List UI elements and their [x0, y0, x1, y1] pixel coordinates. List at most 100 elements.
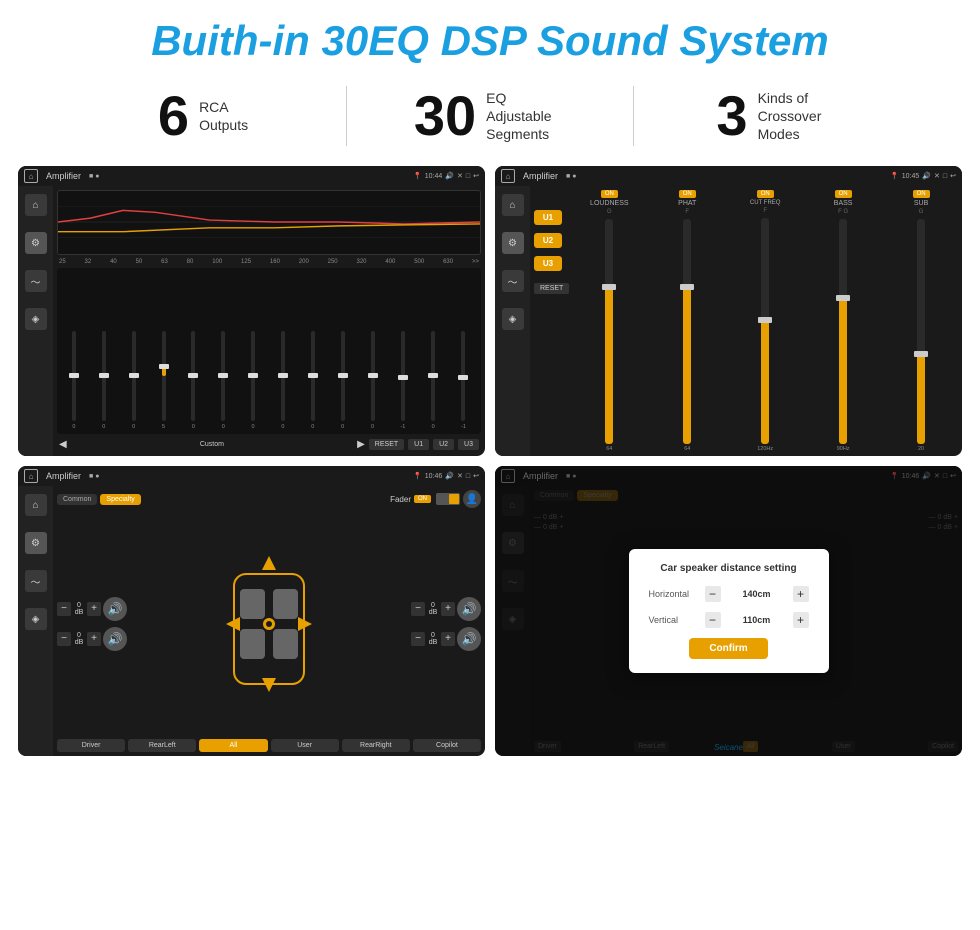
home-nav-icon-3[interactable]: ⌂ [25, 494, 47, 516]
speaker-icon-3[interactable]: ◈ [25, 608, 47, 630]
wave-icon-2[interactable]: 〜 [502, 270, 524, 292]
close-icon-3[interactable]: ✕ [457, 472, 463, 480]
horizontal-plus[interactable]: + [793, 586, 809, 602]
eq-freq-labels: 25 32 40 50 63 80 100 125 160 200 250 32… [57, 259, 481, 265]
pin-icon-3: 📍 [413, 472, 422, 480]
status-bar-3: ⌂ Amplifier ■ ● 📍 10:46 🔊 ✕ □ ↩ [18, 466, 485, 486]
back-icon[interactable]: ↩ [473, 172, 479, 180]
home-nav-icon-2[interactable]: ⌂ [502, 194, 524, 216]
eq-slider-col: 0 [431, 331, 435, 430]
page-title: Buith-in 30EQ DSP Sound System [20, 18, 960, 64]
user-btn[interactable]: User [271, 739, 339, 752]
eq-slider-col: 5 [162, 331, 166, 430]
reset-amp-btn[interactable]: RESET [534, 283, 569, 294]
vertical-plus[interactable]: + [793, 612, 809, 628]
db-minus-br[interactable]: − [411, 632, 425, 646]
confirm-button[interactable]: Confirm [689, 638, 767, 659]
status-bar-2: ⌂ Amplifier ■ ● 📍 10:45 🔊 ✕ □ ↩ [495, 166, 962, 186]
eq-icon-2[interactable]: ⚙ [502, 232, 524, 254]
eq-icon-3[interactable]: ⚙ [25, 532, 47, 554]
speaker-tl: 🔊 [103, 597, 127, 621]
back-icon-2[interactable]: ↩ [950, 172, 956, 180]
u2-amp-btn[interactable]: U2 [534, 233, 562, 248]
wave-icon[interactable]: 〜 [25, 270, 47, 292]
on-cutfreq[interactable]: ON [757, 190, 774, 198]
fader-body: − 0 dB + 🔊 − 0 dB + 🔊 [57, 511, 481, 736]
stat-eq: 30 EQ AdjustableSegments [347, 88, 633, 144]
db-minus-bl[interactable]: − [57, 632, 71, 646]
db-minus-tl[interactable]: − [57, 602, 71, 616]
screen2-title: Amplifier [523, 171, 558, 181]
fader-label: Fader [390, 495, 411, 504]
status-time-2: 10:45 [902, 173, 920, 180]
stats-row: 6 RCAOutputs 30 EQ AdjustableSegments 3 … [0, 74, 980, 158]
u1-amp-btn[interactable]: U1 [534, 210, 562, 225]
db-minus-tr[interactable]: − [411, 602, 425, 616]
speaker-br: 🔊 [457, 627, 481, 651]
eq-graph [57, 190, 481, 255]
eq-left-panel: ⌂ ⚙ 〜 ◈ [18, 186, 53, 456]
db-plus-tl[interactable]: + [87, 602, 101, 616]
eq-slider-col: 0 [251, 331, 255, 430]
speaker-icon-2[interactable]: ◈ [502, 308, 524, 330]
wave-icon-3[interactable]: 〜 [25, 570, 47, 592]
screen2-content: ⌂ ⚙ 〜 ◈ U1 U2 U3 RESET ON LOUDNESS G [495, 186, 962, 456]
on-phat[interactable]: ON [679, 190, 696, 198]
vertical-minus[interactable]: − [705, 612, 721, 628]
pin-icon: 📍 [413, 172, 422, 180]
on-sub[interactable]: ON [913, 190, 930, 198]
all-btn[interactable]: All [199, 739, 267, 752]
home-icon[interactable]: ⌂ [24, 169, 38, 183]
stat-label-eq: EQ AdjustableSegments [486, 89, 566, 144]
speaker-nav-icon[interactable]: ◈ [25, 308, 47, 330]
reset-btn[interactable]: RESET [369, 439, 404, 450]
eq-slider-col: 0 [371, 331, 375, 430]
close-icon-2[interactable]: ✕ [934, 172, 940, 180]
u2-btn[interactable]: U2 [433, 439, 454, 450]
screen-eq: ⌂ Amplifier ■ ● 📍 10:44 🔊 ✕ □ ↩ ⌂ ⚙ 〜 ◈ [18, 166, 485, 456]
eq-slider-col: -1 [400, 331, 405, 430]
db-control-tr: − 0 dB + 🔊 [411, 597, 481, 621]
db-plus-tr[interactable]: + [441, 602, 455, 616]
rearright-btn[interactable]: RearRight [342, 739, 410, 752]
prev-arrow[interactable]: ◀ [59, 439, 67, 450]
window-icon[interactable]: □ [466, 173, 470, 180]
close-icon[interactable]: ✕ [457, 172, 463, 180]
on-bass[interactable]: ON [835, 190, 852, 198]
rearleft-btn[interactable]: RearLeft [128, 739, 196, 752]
stat-label-rca: RCAOutputs [199, 98, 248, 134]
horizontal-minus[interactable]: − [705, 586, 721, 602]
screenshots-grid: ⌂ Amplifier ■ ● 📍 10:44 🔊 ✕ □ ↩ ⌂ ⚙ 〜 ◈ [0, 158, 980, 766]
status-icons-3: 📍 10:46 🔊 ✕ □ ↩ [413, 472, 479, 480]
next-arrow[interactable]: ▶ [357, 439, 365, 450]
copilot-btn[interactable]: Copilot [413, 739, 481, 752]
fader-top-buttons: Common Specialty Fader ON 👤 [57, 490, 481, 508]
window-icon-2[interactable]: □ [943, 173, 947, 180]
u1-btn[interactable]: U1 [408, 439, 429, 450]
window-icon-3[interactable]: □ [466, 473, 470, 480]
tab-specialty[interactable]: Specialty [100, 494, 140, 505]
screen1-title: Amplifier [46, 171, 81, 181]
channel-phat: ON PHAT F 64 [650, 190, 724, 452]
tab-common[interactable]: Common [57, 494, 97, 505]
fader-on-toggle[interactable]: ON [414, 495, 431, 503]
amp-channels: ON LOUDNESS G 64 ON PHAT F [572, 190, 958, 452]
screen1-content: ⌂ ⚙ 〜 ◈ [18, 186, 485, 456]
back-icon-3[interactable]: ↩ [473, 472, 479, 480]
home-nav-icon[interactable]: ⌂ [25, 194, 47, 216]
header: Buith-in 30EQ DSP Sound System [0, 0, 980, 74]
db-plus-br[interactable]: + [441, 632, 455, 646]
eq-settings-icon[interactable]: ⚙ [25, 232, 47, 254]
db-plus-bl[interactable]: + [87, 632, 101, 646]
on-loudness[interactable]: ON [601, 190, 618, 198]
home-icon-3[interactable]: ⌂ [24, 469, 38, 483]
u3-amp-btn[interactable]: U3 [534, 256, 562, 271]
fader-left-controls: − 0 dB + 🔊 − 0 dB + 🔊 [57, 511, 127, 736]
driver-btn[interactable]: Driver [57, 739, 125, 752]
person-icon[interactable]: 👤 [463, 490, 481, 508]
screen-fader: ⌂ Amplifier ■ ● 📍 10:46 🔊 ✕ □ ↩ ⌂ ⚙ 〜 ◈ [18, 466, 485, 756]
u3-btn[interactable]: U3 [458, 439, 479, 450]
stat-label-crossover: Kinds ofCrossover Modes [758, 89, 838, 144]
home-icon-2[interactable]: ⌂ [501, 169, 515, 183]
fader-main: Common Specialty Fader ON 👤 − 0 dB [53, 486, 485, 756]
